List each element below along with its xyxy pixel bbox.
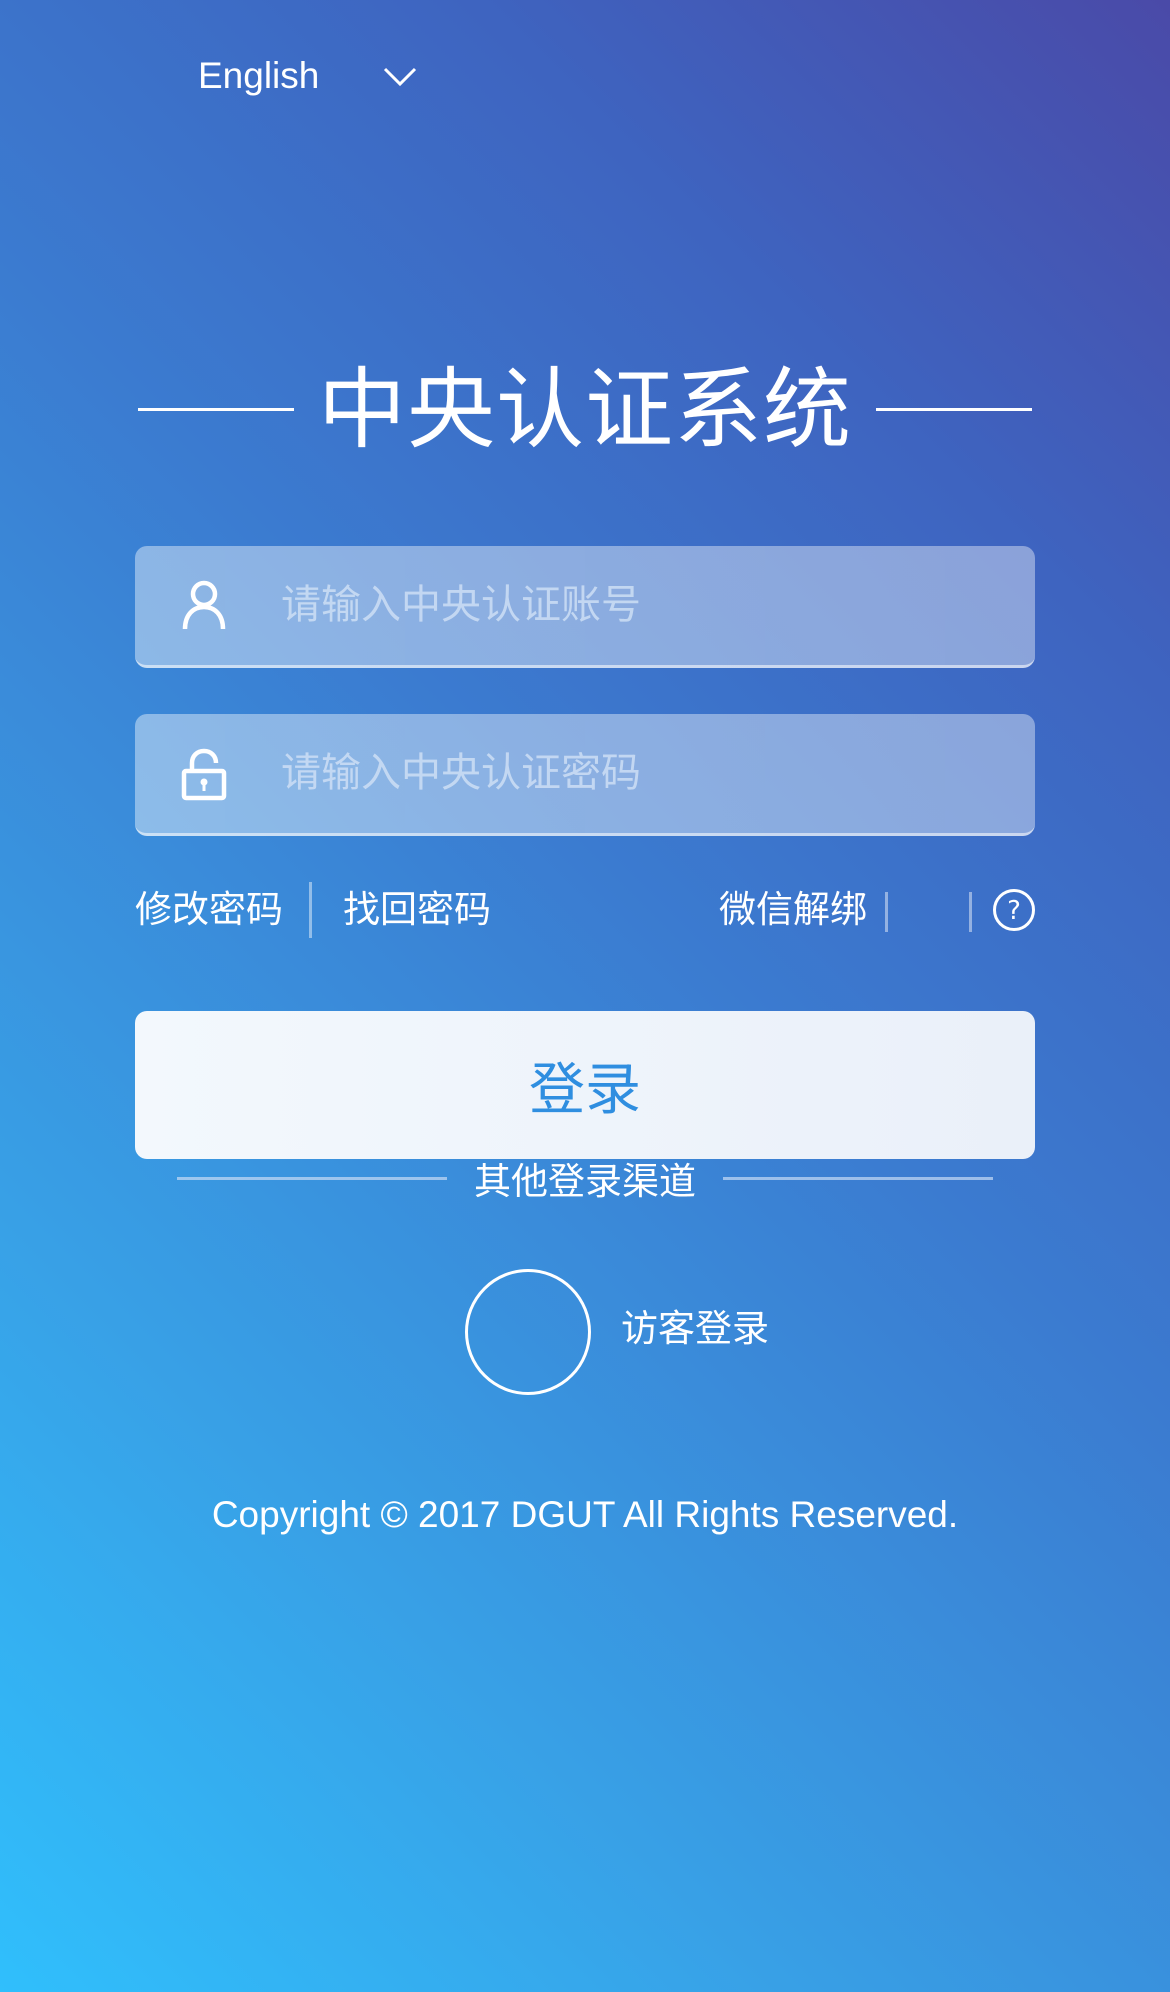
username-input[interactable] bbox=[281, 546, 1001, 664]
title-divider-right bbox=[876, 408, 1032, 411]
other-login-divider-left bbox=[177, 1177, 447, 1180]
wechat-unbind-link[interactable]: 微信解绑 bbox=[719, 880, 867, 940]
username-field bbox=[135, 546, 1035, 668]
link-divider bbox=[885, 892, 888, 932]
account-links: 修改密码 找回密码 微信解绑 ? bbox=[135, 880, 1035, 940]
title-divider-left bbox=[138, 408, 294, 411]
svg-text:?: ? bbox=[1007, 896, 1021, 926]
login-button[interactable]: 登录 bbox=[135, 1011, 1035, 1159]
lock-icon bbox=[181, 748, 227, 801]
copyright-text: Copyright © 2017 DGUT All Rights Reserve… bbox=[211, 1494, 959, 1535]
other-login-label: 其他登录渠道 bbox=[474, 1160, 696, 1203]
other-login-divider-right bbox=[723, 1177, 993, 1180]
chevron-down-icon bbox=[383, 67, 417, 87]
guest-login-icon[interactable] bbox=[465, 1269, 591, 1395]
language-label: English bbox=[198, 55, 320, 96]
link-divider bbox=[309, 882, 312, 938]
recover-password-link[interactable]: 找回密码 bbox=[343, 880, 491, 940]
other-login-heading: 其他登录渠道 bbox=[0, 1152, 1170, 1212]
password-input[interactable] bbox=[281, 714, 1001, 832]
user-icon bbox=[182, 580, 226, 630]
password-field bbox=[135, 714, 1035, 836]
change-password-link[interactable]: 修改密码 bbox=[135, 880, 283, 940]
link-divider bbox=[969, 892, 972, 932]
page-title: 中央认证系统 bbox=[317, 358, 852, 461]
title-row: 中央认证系统 bbox=[0, 355, 1170, 465]
question-circle-icon[interactable]: ? bbox=[992, 888, 1036, 932]
language-selector[interactable]: English bbox=[198, 50, 417, 102]
guest-login-label[interactable]: 访客登录 bbox=[621, 1299, 769, 1359]
